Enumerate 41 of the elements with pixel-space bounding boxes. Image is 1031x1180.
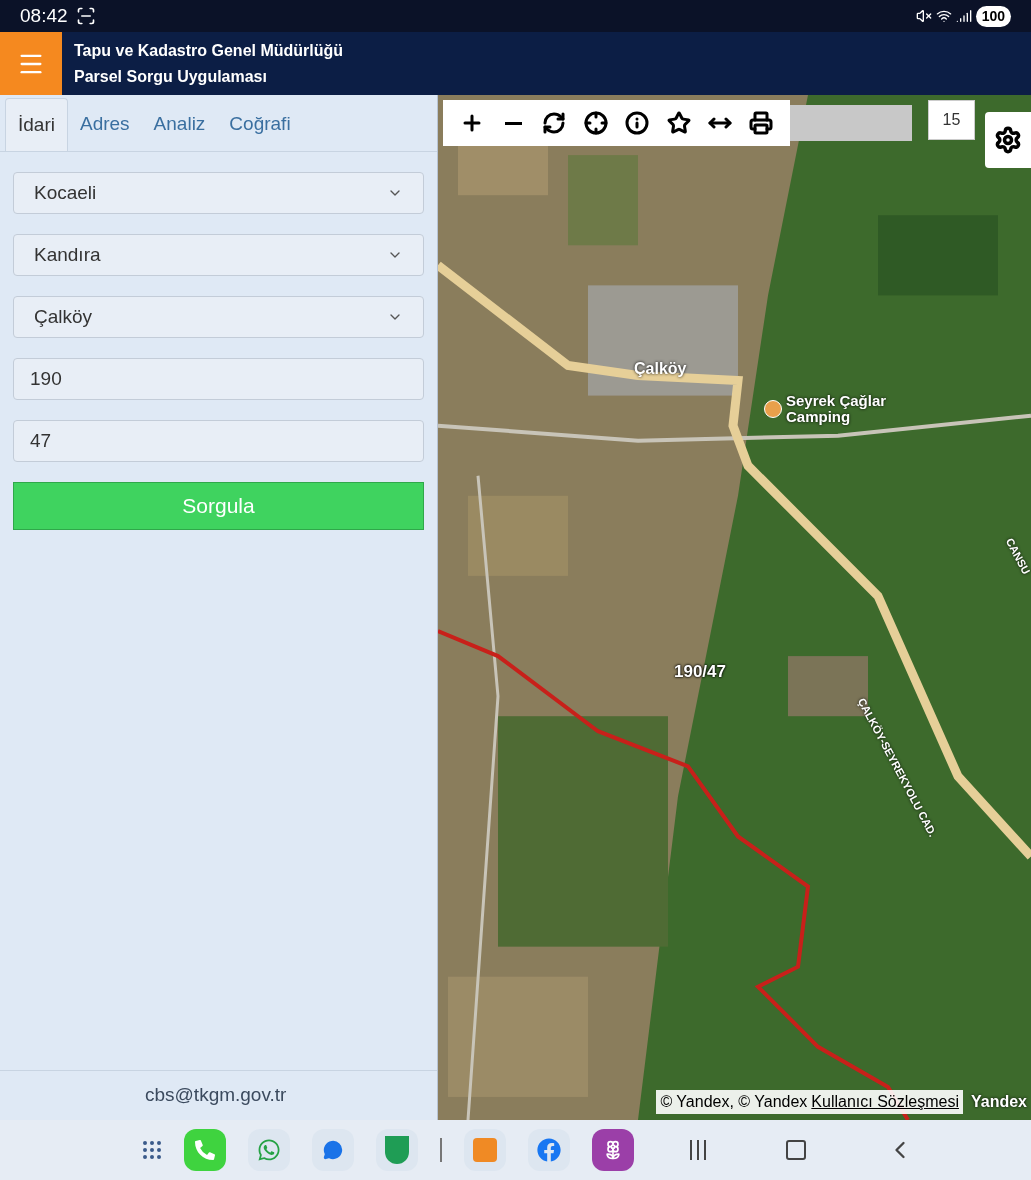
header-title: Tapu ve Kadastro Genel Müdürlüğü [74, 40, 344, 61]
terms-link[interactable]: Kullanıcı Sözleşmesi [811, 1090, 959, 1114]
header-subtitle: Parsel Sorgu Uygulaması [74, 66, 268, 87]
email-text: cbs@tkgm.gov.tr [145, 1083, 287, 1108]
dropdown-field[interactable]: Çalköy [13, 296, 424, 338]
chat-app-icon[interactable] [248, 1129, 290, 1171]
message-app-icon[interactable] [312, 1129, 354, 1171]
tab[interactable]: Coğrafi [217, 98, 303, 151]
settings-icon [994, 126, 1022, 154]
attribution-text: © Yandex, © Yandex [660, 1092, 808, 1112]
minus-icon [504, 121, 522, 125]
social-app-icon[interactable] [528, 1129, 570, 1171]
map-brand-text: Yandex [970, 1092, 1027, 1112]
crosshair-icon [583, 111, 608, 135]
place-label: Çalköy [634, 359, 687, 379]
clock-text: 08:42 [20, 3, 68, 28]
wifi-icon [935, 8, 952, 24]
dropdown-field[interactable]: Kandıra [13, 234, 424, 276]
mute-icon [915, 8, 932, 24]
screenshot-icon [75, 6, 96, 26]
tab[interactable]: Analiz [141, 98, 218, 151]
printer-icon [749, 111, 774, 135]
star-icon [666, 111, 691, 135]
signal-icon [955, 8, 972, 24]
home-icon[interactable] [784, 1138, 808, 1162]
info-icon [625, 111, 650, 135]
recent-apps-icon[interactable] [690, 1140, 706, 1160]
settings-button[interactable] [985, 112, 1031, 168]
tab[interactable]: Adres [67, 98, 142, 151]
battery-badge: 100 [975, 5, 1011, 27]
dropdown-field[interactable]: Kocaeli [13, 172, 424, 214]
shield-app-icon[interactable] [376, 1129, 418, 1171]
input-field[interactable]: 190 [13, 358, 424, 400]
zoom-level-field[interactable]: 15 [928, 100, 975, 140]
poi-label: Seyrek Çağlar Camping [786, 393, 888, 425]
input-field[interactable]: 47 [13, 420, 424, 462]
flower-app-icon[interactable] [592, 1129, 634, 1171]
tab[interactable]: İdari [5, 98, 68, 151]
refresh-icon [542, 111, 567, 135]
app-grid-icon[interactable] [140, 1138, 164, 1162]
parcel-label: 190/47 [674, 661, 726, 683]
